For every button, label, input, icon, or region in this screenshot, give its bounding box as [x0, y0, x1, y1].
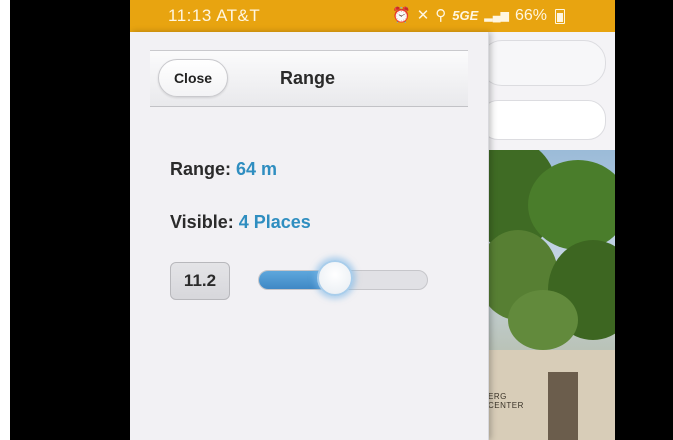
tree-foliage: [508, 290, 578, 350]
video-frame: 11:13 AT&T ⏰ ✕ ⚲ 5GE ▂▄▆ 66% ERG CENTER …: [10, 0, 673, 440]
status-bar: 11:13 AT&T ⏰ ✕ ⚲ 5GE ▂▄▆ 66%: [130, 0, 615, 32]
battery-percent: 66%: [515, 7, 548, 24]
phone-screen: 11:13 AT&T ⏰ ✕ ⚲ 5GE ▂▄▆ 66% ERG CENTER …: [130, 0, 615, 440]
mute-icon: ✕: [416, 7, 430, 24]
location-icon: ⚲: [435, 7, 447, 24]
battery-icon: [555, 8, 566, 24]
range-label: Range:: [170, 159, 232, 179]
range-row: Range: 64 m: [170, 159, 277, 180]
signal-icon: ▂▄▆: [484, 10, 509, 22]
slider-number-input[interactable]: 11.2: [170, 262, 230, 300]
building-doorway: [548, 372, 578, 440]
camera-view: ERG CENTER: [488, 150, 615, 440]
range-panel: Close Range Range: 64 m Visible: 4 Places …: [130, 32, 489, 440]
building-sign: ERG CENTER: [488, 392, 524, 410]
network-type: 5GE: [452, 8, 479, 23]
visible-label: Visible:: [170, 212, 234, 232]
panel-header: Close Range: [150, 50, 468, 107]
range-slider-thumb[interactable]: [316, 260, 353, 296]
status-time-carrier: 11:13 AT&T: [168, 6, 261, 25]
visible-row: Visible: 4 Places: [170, 212, 311, 233]
close-button[interactable]: Close: [158, 59, 228, 97]
visible-value: 4 Places: [238, 212, 311, 232]
alarm-icon: ⏰: [392, 7, 411, 24]
range-value: 64 m: [236, 159, 278, 179]
status-icons: ⏰ ✕ ⚲ 5GE ▂▄▆ 66%: [392, 0, 566, 32]
panel-title: Range: [280, 68, 336, 88]
background-search-field: [480, 40, 606, 86]
background-input-field: [480, 100, 606, 140]
